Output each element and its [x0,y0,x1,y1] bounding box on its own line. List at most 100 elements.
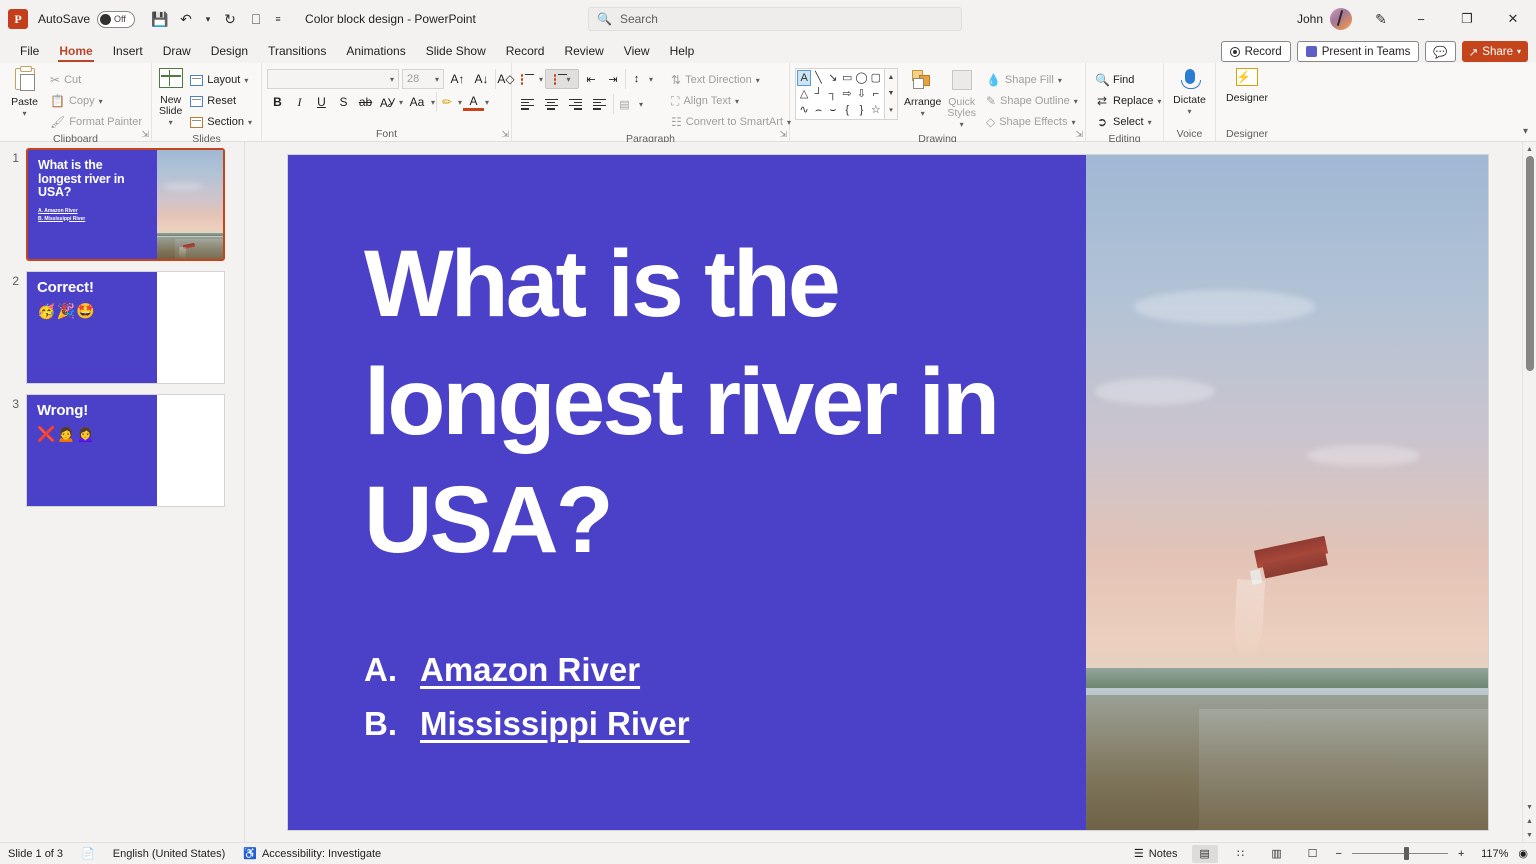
undo-dropdown-icon[interactable]: ▾ [199,6,217,32]
answer-option-b[interactable]: B. Mississippi River [364,705,1026,743]
slide-sorter-view-button[interactable]: ∷ [1228,845,1254,863]
font-name-dropdown-icon[interactable]: ▾ [390,75,394,84]
quick-styles-dropdown-icon[interactable]: ▾ [960,119,964,130]
font-size-input[interactable]: 28 ▾ [402,69,444,89]
fit-to-window-icon[interactable]: ◉ [1518,847,1528,860]
autosave-toggle[interactable]: Off [97,10,136,28]
font-size-dropdown-icon[interactable]: ▾ [435,75,439,84]
font-dialog-launcher[interactable]: ⇲ [501,129,509,140]
shapes-gallery-scrollbar[interactable]: ▲ ▼ ▾ [885,68,898,120]
thumbnail-slide-3[interactable]: Wrong! ❌🙍🙍‍♀️ [26,394,225,507]
redo-icon[interactable]: ↻ [217,6,243,32]
shape-right-brace-icon[interactable]: } [854,102,868,118]
normal-view-button[interactable]: ▤ [1191,844,1218,863]
select-button[interactable]: ➲ Select ▾ [1091,112,1165,132]
copy-dropdown-icon[interactable]: ▾ [99,97,103,106]
paragraph-dialog-launcher[interactable]: ⇲ [779,129,787,140]
language-status[interactable]: English (United States) [113,848,226,860]
increase-indent-button[interactable]: ⇥ [603,69,623,89]
thumbnail-slide-2[interactable]: Correct! 🥳🎉🤩 [26,271,225,384]
tab-record[interactable]: Record [496,41,555,63]
shape-right-arrow-icon[interactable]: ⇨ [840,86,854,102]
layout-button[interactable]: Layout ▾ [186,70,256,90]
shape-corner-icon[interactable]: ⌐ [869,86,883,102]
canvas-vertical-scrollbar[interactable]: ▲ ▼ ▲ ▼ [1522,142,1536,842]
scroll-up-icon[interactable]: ▲ [1523,142,1536,156]
slide-canvas[interactable]: What is the longest river in USA? A. Ama… [288,155,1488,830]
font-color-icon[interactable]: A [463,94,485,111]
new-slide-dropdown-icon[interactable]: ▾ [169,117,173,128]
character-spacing-icon[interactable]: AỾ [377,92,398,112]
shape-star-icon[interactable]: ☆ [869,102,883,118]
gallery-expand-icon[interactable]: ▾ [889,106,893,114]
thumbnail-row[interactable]: 3 Wrong! ❌🙍🙍‍♀️ [0,394,244,507]
shape-rectangle-icon[interactable]: ▭ [840,70,854,86]
present-in-teams-button[interactable]: Present in Teams [1296,41,1420,62]
search-input[interactable]: 🔍 Search [588,7,962,31]
bullets-button[interactable] [517,69,537,89]
increase-font-size-icon[interactable]: A↑ [447,69,468,89]
clipboard-dialog-launcher[interactable]: ⇲ [141,129,149,140]
drawing-dialog-launcher[interactable]: ⇲ [1075,129,1083,140]
shape-fill-button[interactable]: 💧 Shape Fill ▾ [982,70,1082,90]
tab-insert[interactable]: Insert [103,41,153,63]
columns-button[interactable]: ▤ [613,94,635,114]
shape-outline-dropdown-icon[interactable]: ▾ [1074,97,1078,106]
close-button[interactable]: ✕ [1490,0,1536,38]
comments-button[interactable]: 💬 [1425,41,1456,62]
notes-page-icon[interactable]: 📄 [81,847,95,860]
font-color-dropdown-icon[interactable]: ▾ [485,98,489,107]
justify-button[interactable] [589,94,609,114]
thumbnail-row[interactable]: 1 What is the longest river in USA? A. A… [0,148,244,261]
italic-button[interactable]: I [289,92,310,112]
slide-title[interactable]: What is the longest river in USA? [364,225,1026,579]
save-icon[interactable]: 💾 [147,6,173,32]
next-slide-icon[interactable]: ▲ [1523,814,1536,828]
shape-scribble-icon[interactable]: ∿ [797,102,811,118]
thumbnail-slide-1[interactable]: What is the longest river in USA? A. Ama… [26,148,225,261]
paste-dropdown-icon[interactable]: ▾ [23,108,27,119]
shape-arrow-icon[interactable]: ↘ [826,70,840,86]
shape-rounded-rect-icon[interactable]: ▢ [869,70,883,86]
copy-button[interactable]: 📋 Copy ▾ [46,91,146,111]
line-spacing-dropdown-icon[interactable]: ▾ [649,75,653,84]
shape-down-arrow-icon[interactable]: ⇩ [854,86,868,102]
shape-triangle-icon[interactable]: △ [797,86,811,102]
share-button[interactable]: ↗ Share ▾ [1461,41,1528,62]
tab-draw[interactable]: Draw [153,41,201,63]
scroll-down-icon[interactable]: ▼ [1523,828,1536,842]
text-shadow-button[interactable]: S [333,92,354,112]
shape-curve-icon[interactable]: ⌢ [811,102,825,118]
align-right-button[interactable] [565,94,585,114]
tab-review[interactable]: Review [554,41,613,63]
format-painter-button[interactable]: 🖌 Format Painter [46,112,146,132]
text-direction-button[interactable]: ⇅ Text Direction ▾ [667,70,795,90]
find-button[interactable]: 🔍 Find [1091,70,1165,90]
tab-design[interactable]: Design [201,41,258,63]
font-name-input[interactable]: ▾ [267,69,399,89]
tab-slide-show[interactable]: Slide Show [416,41,496,63]
reading-view-button[interactable]: ▥ [1264,845,1290,863]
new-slide-button[interactable]: New Slide ▾ [157,66,184,128]
answer-text[interactable]: Amazon River [420,651,640,689]
arrange-dropdown-icon[interactable]: ▾ [921,108,925,119]
align-center-button[interactable] [541,94,561,114]
gallery-scroll-down-icon[interactable]: ▼ [888,90,895,97]
zoom-in-button[interactable]: + [1458,848,1464,860]
character-spacing-dropdown-icon[interactable]: ▾ [399,98,403,107]
tab-transitions[interactable]: Transitions [258,41,336,63]
select-dropdown-icon[interactable]: ▾ [1148,118,1152,127]
slide-counter[interactable]: Slide 1 of 3 [8,848,63,860]
customize-quick-access-toolbar-icon[interactable]: ≡ [269,6,287,32]
shapes-gallery[interactable]: A ╲ ↘ ▭ ◯ ▢ △ ┘ ┐ ⇨ ⇩ ⌐ ∿ ⌢ ⌣ { } ☆ [795,68,885,120]
align-left-button[interactable] [517,94,537,114]
slide-show-view-button[interactable]: ☐ [1300,845,1326,863]
columns-dropdown-icon[interactable]: ▾ [639,100,643,109]
text-highlight-color-icon[interactable]: ✏ [436,92,457,112]
bullets-dropdown-icon[interactable]: ▾ [539,75,543,84]
text-highlight-dropdown-icon[interactable]: ▾ [458,98,462,107]
cut-button[interactable]: ✂ Cut [46,70,146,90]
tab-help[interactable]: Help [660,41,705,63]
shape-fill-dropdown-icon[interactable]: ▾ [1058,76,1062,85]
change-case-dropdown-icon[interactable]: ▾ [431,98,435,107]
